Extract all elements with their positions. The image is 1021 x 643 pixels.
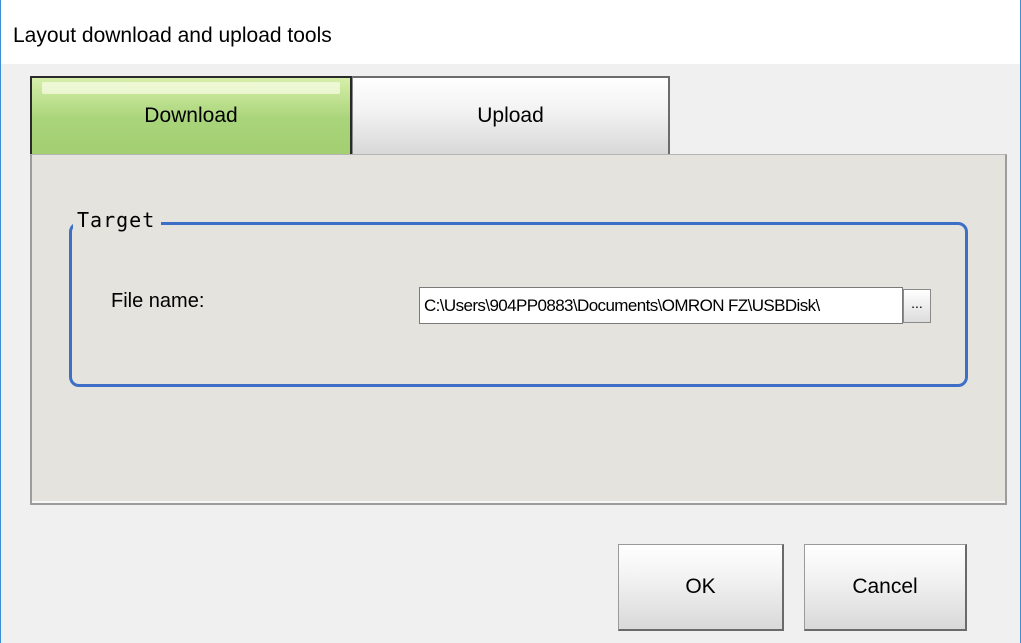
- cancel-button[interactable]: Cancel: [804, 544, 967, 631]
- window-title: Layout download and upload tools: [13, 24, 332, 47]
- tab-upload[interactable]: Upload: [352, 76, 670, 154]
- file-name-label: File name:: [111, 290, 205, 312]
- browse-button[interactable]: ...: [903, 289, 931, 323]
- tab-download-label: Download: [144, 104, 238, 127]
- tab-download[interactable]: Download: [30, 76, 352, 154]
- file-name-field[interactable]: C:\Users\904PP0883\Documents\OMRON FZ\US…: [419, 287, 903, 324]
- title-bar[interactable]: Layout download and upload tools: [1, 0, 1020, 64]
- ok-button[interactable]: OK: [618, 544, 784, 631]
- target-group-legend: Target: [73, 208, 162, 232]
- dialog-window: Layout download and upload tools Downloa…: [0, 0, 1021, 643]
- tab-upload-label: Upload: [477, 104, 544, 127]
